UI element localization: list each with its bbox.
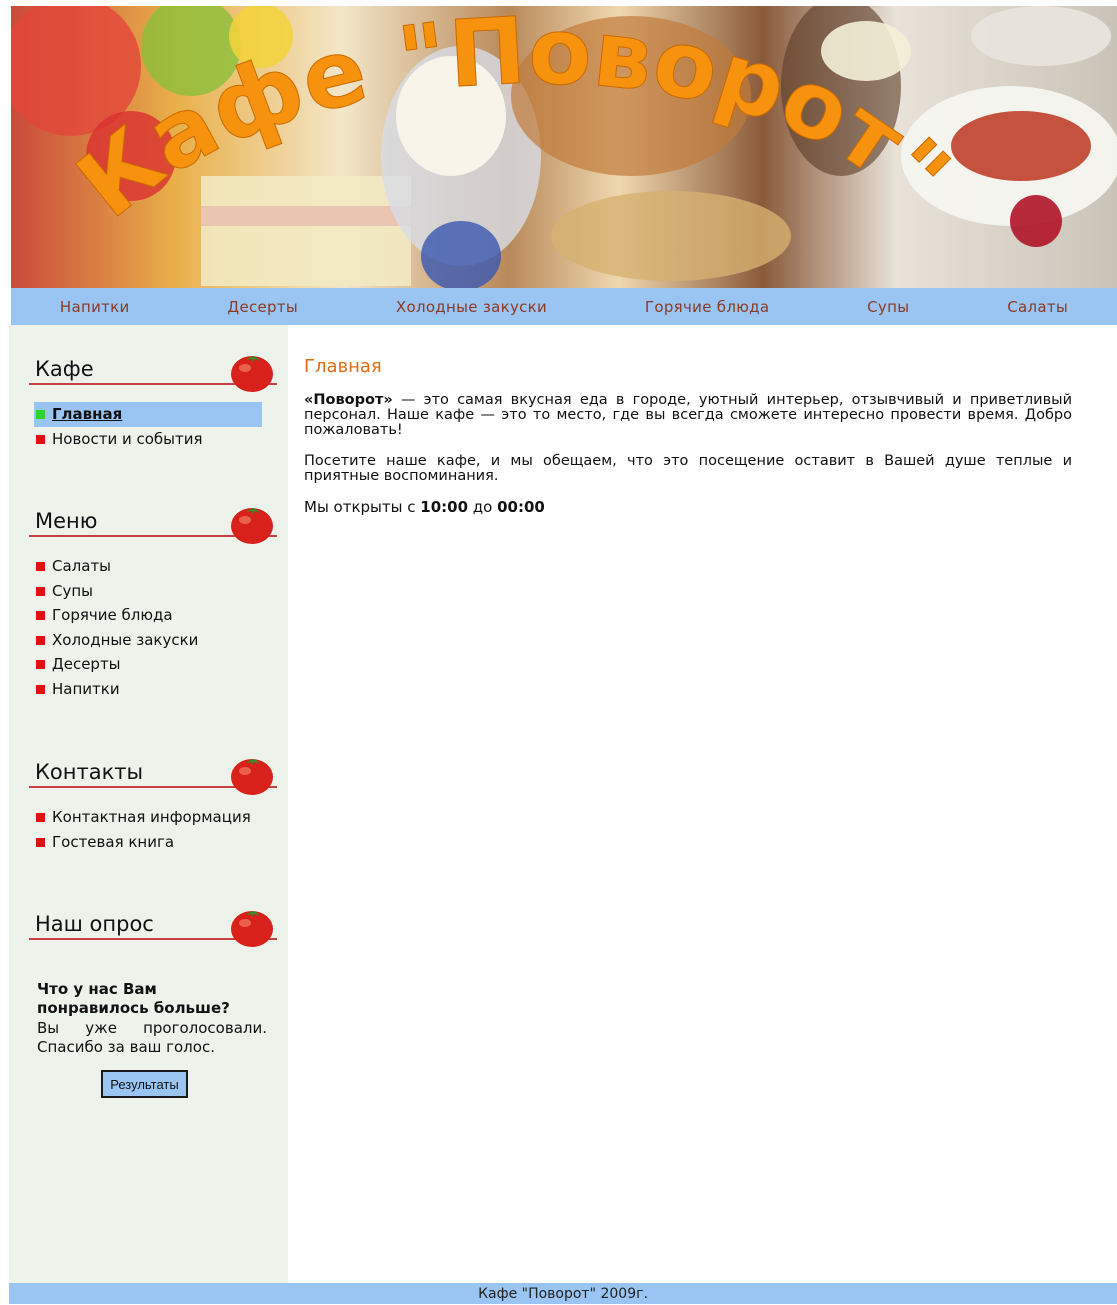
sidebar-item-contact-info[interactable]: Контактная информация <box>34 805 262 830</box>
header-banner: Кафе "Поворот" <box>11 6 1117 288</box>
tomato-icon <box>231 911 273 947</box>
sidebar-item-drinks[interactable]: Напитки <box>34 677 262 702</box>
sidebar-contacts-list: Контактная информация Гостевая книга <box>34 805 262 854</box>
section-title: Контакты <box>35 760 144 784</box>
bullet-icon <box>36 813 45 822</box>
sidebar-item-hot-dishes[interactable]: Горячие блюда <box>34 603 262 628</box>
bullet-icon <box>36 562 45 571</box>
poll-status: Вы уже проголосовали. Спасибо за ваш гол… <box>37 1019 267 1056</box>
nav-link-hot-dishes[interactable]: Горячие блюда <box>645 298 769 316</box>
sidebar: Кафе Главная Новости и события Меню Сала… <box>9 325 288 1283</box>
bullet-icon <box>36 837 45 847</box>
sidebar-item-salads[interactable]: Салаты <box>34 554 262 579</box>
sidebar-item-label: Салаты <box>52 557 112 575</box>
sidebar-item-label: Напитки <box>52 679 120 698</box>
section-header: Контакты <box>29 750 277 800</box>
sidebar-menu-list: Салаты Супы Горячие блюда Холодные закус… <box>34 554 262 702</box>
sidebar-item-guestbook[interactable]: Гостевая книга <box>34 830 262 855</box>
poll-results-button[interactable]: Результаты <box>101 1070 188 1098</box>
nav-link-cold-snacks[interactable]: Холодные закуски <box>396 298 547 316</box>
sidebar-section-poll: Наш опрос <box>29 902 277 952</box>
bullet-icon <box>36 684 45 694</box>
bullet-icon <box>36 410 45 419</box>
nav-link-salads[interactable]: Салаты <box>1007 298 1068 316</box>
hours-prefix: Мы открыты с <box>304 498 421 516</box>
brand-name: «Поворот» <box>304 392 393 408</box>
sidebar-item-news[interactable]: Новости и события <box>34 427 262 452</box>
page: Кафе "Поворот" Напитки Десерты Холодные … <box>9 6 1117 1304</box>
hours-close: 00:00 <box>497 498 545 516</box>
intro-text: — это самая вкусная еда в городе, уютный… <box>304 392 1072 438</box>
intro-paragraph: «Поворот» — это самая вкусная еда в горо… <box>304 393 1072 438</box>
tomato-icon <box>231 508 273 544</box>
nav-link-desserts[interactable]: Десерты <box>227 298 298 316</box>
visit-paragraph: Посетите наше кафе, и мы обещаем, что эт… <box>304 453 1072 484</box>
sidebar-cafe-list: Главная Новости и события <box>34 402 262 451</box>
section-title: Кафе <box>35 357 94 381</box>
sidebar-item-soups[interactable]: Супы <box>34 579 262 604</box>
bullet-icon <box>36 635 45 645</box>
sidebar-section-contacts: Контакты Контактная информация Гостевая … <box>29 750 277 851</box>
hours-mid: до <box>468 498 498 516</box>
hours-open: 10:00 <box>420 498 469 516</box>
sidebar-section-menu: Меню Салаты Супы Горячие блюда Холодные … <box>29 499 277 698</box>
sidebar-item-label: Холодные закуски <box>52 630 199 649</box>
tomato-icon <box>231 356 273 392</box>
top-navigation: Напитки Десерты Холодные закуски Горячие… <box>11 288 1117 325</box>
page-title: Главная <box>304 356 382 377</box>
sidebar-item-label: Горячие блюда <box>52 606 173 625</box>
bullet-icon <box>36 434 45 444</box>
sidebar-item-label: Гостевая книга <box>52 832 175 851</box>
section-title: Наш опрос <box>35 912 154 936</box>
sidebar-item-label: Новости и события <box>52 429 203 448</box>
bullet-icon <box>36 586 45 596</box>
sidebar-item-label: Десерты <box>52 655 121 674</box>
bullet-icon <box>36 611 45 621</box>
footer-text: Кафе "Поворот" 2009г. <box>478 1286 648 1302</box>
bullet-icon <box>36 660 45 670</box>
nav-link-soups[interactable]: Супы <box>867 298 909 316</box>
sidebar-item-label: Главная <box>52 405 123 423</box>
sidebar-section-cafe: Кафе Главная Новости и события <box>29 347 277 448</box>
opening-hours: Мы открыты с 10:00 до 00:00 <box>304 500 1072 515</box>
nav-link-drinks[interactable]: Напитки <box>60 298 130 316</box>
section-header: Кафе <box>29 347 277 397</box>
section-title: Меню <box>35 509 98 533</box>
sidebar-item-label: Супы <box>52 581 94 600</box>
main-content: Главная «Поворот» — это самая вкусная ед… <box>304 356 1072 531</box>
section-header: Наш опрос <box>29 902 277 952</box>
sidebar-item-desserts[interactable]: Десерты <box>34 652 262 677</box>
sidebar-item-cold-snacks[interactable]: Холодные закуски <box>34 628 262 653</box>
sidebar-item-home[interactable]: Главная <box>34 402 262 427</box>
section-header: Меню <box>29 499 277 549</box>
tomato-icon <box>231 759 273 795</box>
banner-food-collage: Кафе "Поворот" <box>11 6 1117 288</box>
sidebar-item-label: Контактная информация <box>52 808 251 826</box>
poll-question: Что у нас Вам понравилось больше? <box>37 980 230 1017</box>
footer: Кафе "Поворот" 2009г. <box>9 1283 1117 1304</box>
